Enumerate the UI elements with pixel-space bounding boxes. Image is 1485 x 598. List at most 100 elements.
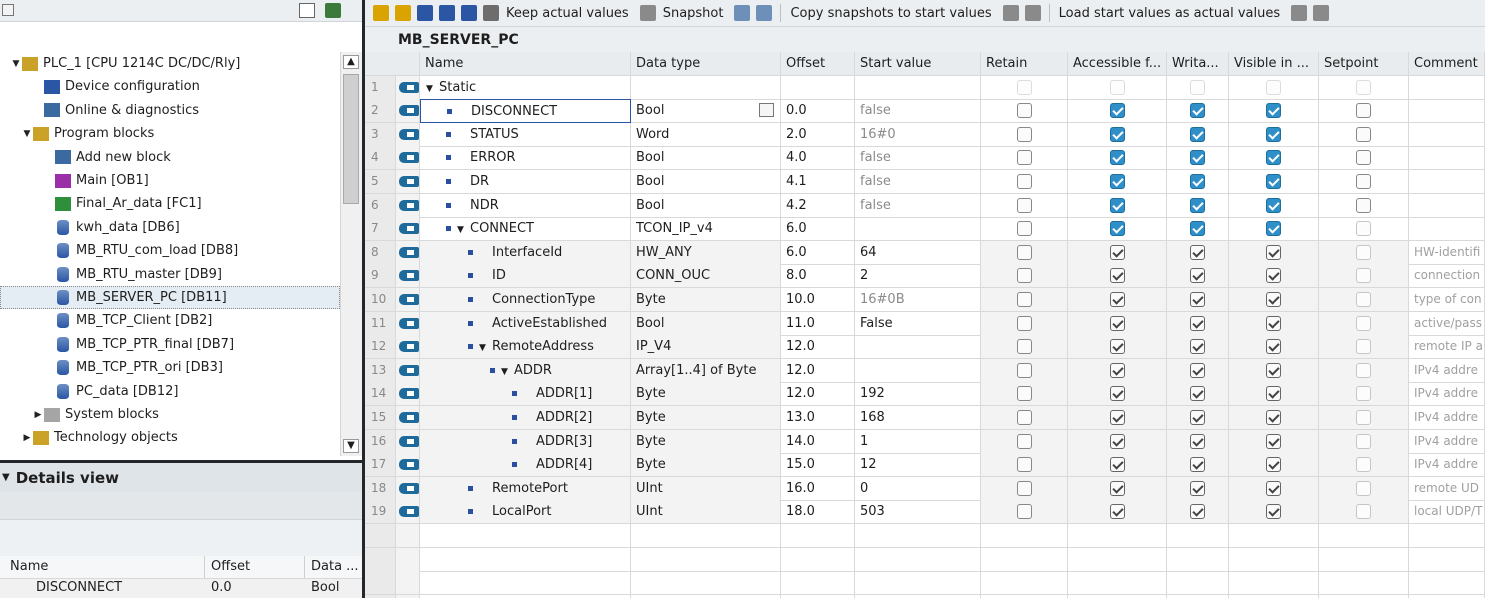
cell-start-value[interactable]: 1 (855, 429, 981, 454)
cell-wr[interactable] (1167, 146, 1229, 171)
col-name[interactable]: Name (420, 52, 631, 76)
tree-item[interactable]: ▶ System blocks (0, 403, 340, 426)
checkbox[interactable] (1109, 126, 1125, 142)
checkbox[interactable] (1266, 457, 1281, 473)
cell-wr[interactable] (1167, 429, 1229, 454)
tree-item[interactable]: Add new block (0, 146, 340, 169)
cell-set[interactable] (1319, 453, 1409, 478)
cell-set[interactable] (1319, 429, 1409, 454)
cell-acc[interactable] (1068, 146, 1167, 171)
cell-set[interactable] (1319, 240, 1409, 265)
checkbox[interactable] (1190, 244, 1205, 260)
checkbox[interactable] (1016, 410, 1032, 425)
cell-data-type[interactable]: Byte (631, 406, 781, 430)
checkbox[interactable] (1109, 221, 1125, 237)
tree-item[interactable]: MB_SERVER_PC [DB11] (0, 286, 340, 309)
insert-row-icon[interactable] (373, 5, 389, 21)
tree-item[interactable]: PC_data [DB12] (0, 380, 340, 403)
checkbox[interactable] (1109, 386, 1125, 402)
cell-set[interactable] (1319, 358, 1409, 383)
checkbox[interactable] (1356, 480, 1371, 496)
cell-data-type[interactable]: Byte (631, 382, 781, 407)
cell-start-value[interactable]: false (855, 193, 981, 218)
cell-set[interactable] (1319, 146, 1409, 171)
cell-comment[interactable]: IPv4 addre (1409, 358, 1485, 383)
expand-arrow-icon[interactable]: ▶ (21, 433, 33, 443)
expand-arrow-icon[interactable]: ▼ (21, 129, 33, 139)
copy-snapshot-icon[interactable] (734, 5, 751, 21)
checkbox[interactable] (1109, 480, 1125, 496)
checkbox[interactable] (1356, 221, 1371, 237)
cell-wr[interactable] (1167, 99, 1229, 124)
cell-start-value[interactable]: 16#0B (855, 288, 981, 312)
cell-start-value[interactable]: 16#0 (855, 122, 981, 147)
cell-start-value[interactable]: 2 (855, 264, 981, 289)
scroll-up-icon[interactable]: ▲ (343, 55, 359, 69)
cell-vis[interactable] (1229, 429, 1319, 454)
cell-data-type[interactable]: Byte (631, 429, 781, 454)
col-retain[interactable]: Retain (981, 52, 1068, 76)
checkbox[interactable] (1266, 315, 1281, 331)
cell-set[interactable] (1319, 500, 1409, 525)
snapshot-icon[interactable] (639, 5, 656, 21)
cell-data-type[interactable] (631, 75, 781, 100)
cell-acc[interactable] (1068, 122, 1167, 147)
cell-name[interactable]: ▼ Static (420, 75, 631, 100)
details-view-header[interactable]: ▼ Details view (0, 460, 362, 492)
cell-comment[interactable] (1409, 122, 1485, 147)
cell-wr[interactable] (1167, 335, 1229, 360)
checkbox[interactable] (1190, 362, 1205, 378)
snapshot-button[interactable]: Snapshot (663, 6, 724, 21)
cell-data-type[interactable]: IP_V4 (631, 335, 781, 360)
col-data-type[interactable]: Data type (631, 52, 781, 76)
cell-set[interactable] (1319, 476, 1409, 501)
cell-data-type[interactable]: Array[1..4] of Byte (631, 358, 781, 383)
checkbox[interactable] (1190, 79, 1205, 95)
cell-retain[interactable] (981, 170, 1068, 194)
tree-item[interactable]: kwh_data [DB6] (0, 216, 340, 239)
checkbox[interactable] (1109, 362, 1125, 378)
cell-start-value[interactable]: 64 (855, 240, 981, 265)
cell-comment[interactable]: type of con (1409, 288, 1485, 312)
cell-wr[interactable] (1167, 193, 1229, 218)
checkbox[interactable] (1266, 339, 1281, 355)
cell-name[interactable]: STATUS (420, 122, 631, 147)
checkbox[interactable] (1356, 197, 1371, 213)
cell-start-value[interactable]: false (855, 146, 981, 171)
cell-vis[interactable] (1229, 99, 1319, 124)
tree-view-icon[interactable] (299, 3, 315, 18)
cell-data-type[interactable]: Bool (631, 311, 781, 336)
checkbox[interactable] (1356, 504, 1371, 520)
cell-data-type[interactable]: TCON_IP_v4 (631, 217, 781, 242)
cell-comment[interactable]: local UDP/T (1409, 500, 1485, 525)
cell-retain[interactable] (981, 453, 1068, 478)
cell-set[interactable] (1319, 264, 1409, 289)
cell-comment[interactable] (1409, 146, 1485, 171)
checkbox[interactable] (1016, 244, 1032, 260)
copy-snapshot-2-icon[interactable] (756, 5, 773, 21)
checkbox[interactable] (1356, 103, 1371, 119)
tree-item[interactable]: Main [OB1] (0, 169, 340, 192)
col-writable[interactable]: Writa... (1167, 52, 1229, 76)
checkbox[interactable] (1266, 103, 1281, 119)
checkbox[interactable] (1266, 221, 1281, 237)
cell-wr[interactable] (1167, 217, 1229, 242)
cell-vis[interactable] (1229, 311, 1319, 336)
cell-start-value[interactable] (855, 335, 981, 360)
cell-wr[interactable] (1167, 170, 1229, 194)
add-row-icon[interactable] (395, 5, 411, 21)
cell-acc[interactable] (1068, 75, 1167, 100)
cell-comment[interactable]: remote IP a (1409, 335, 1485, 360)
tree-item[interactable]: MB_TCP_Client [DB2] (0, 309, 340, 332)
checkbox[interactable] (1016, 150, 1032, 166)
cell-retain[interactable] (981, 382, 1068, 407)
cell-comment[interactable]: HW-identifi (1409, 240, 1485, 265)
tree-add-icon[interactable] (325, 3, 341, 18)
cell-comment[interactable] (1409, 170, 1485, 194)
cell-vis[interactable] (1229, 217, 1319, 242)
cell-vis[interactable] (1229, 75, 1319, 100)
cell-start-value[interactable] (855, 217, 981, 242)
checkbox[interactable] (1190, 150, 1205, 166)
checkbox[interactable] (1016, 386, 1032, 402)
cell-vis[interactable] (1229, 476, 1319, 501)
